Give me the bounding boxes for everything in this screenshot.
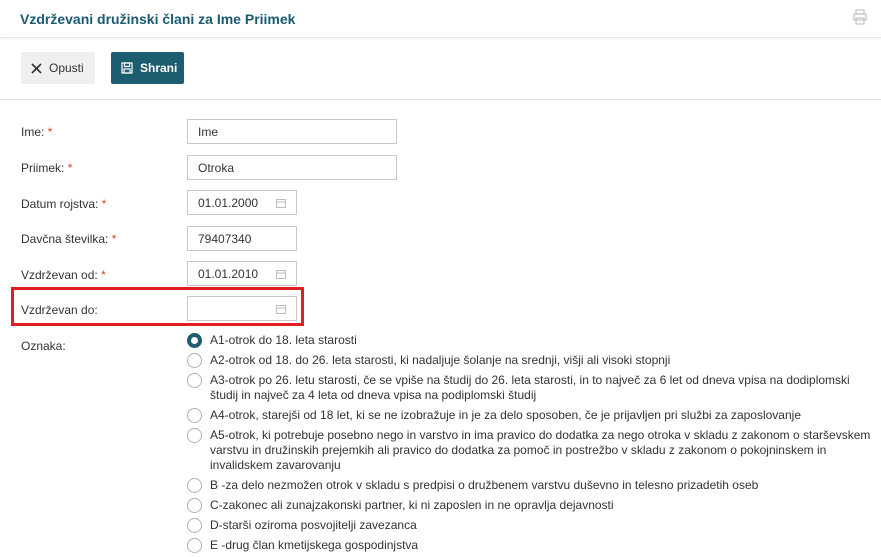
save-button[interactable]: Shrani xyxy=(111,52,184,84)
oznaka-option-label: E -drug član kmetijskega gospodinjstva xyxy=(210,538,419,552)
oznaka-option-label: D-starši oziroma posvojitelji zavezanca xyxy=(210,518,417,532)
priimek-input[interactable]: Otroka xyxy=(187,155,397,180)
calendar-icon[interactable] xyxy=(276,269,286,279)
radio-button[interactable] xyxy=(187,428,202,443)
save-icon xyxy=(121,62,133,74)
oznaka-option-label: C-zakonec ali zunajzakonski partner, ki … xyxy=(210,498,614,512)
oznaka-option-label: A4-otrok, starejši od 18 let, ki se ne i… xyxy=(210,408,801,422)
oznaka-option[interactable]: E -drug član kmetijskega gospodinjstva xyxy=(187,538,877,553)
calendar-icon[interactable] xyxy=(276,304,286,314)
oznaka-option[interactable]: C-zakonec ali zunajzakonski partner, ki … xyxy=(187,498,877,513)
oznaka-option-label: A5-otrok, ki potrebuje posebno nego in v… xyxy=(210,428,871,472)
oznaka-option[interactable]: A2-otrok od 18. do 26. leta starosti, ki… xyxy=(187,353,877,368)
oznaka-option[interactable]: A1-otrok do 18. leta starosti xyxy=(187,333,877,348)
davcna-label: Davčna številka: * xyxy=(21,232,117,246)
oznaka-option[interactable]: A3-otrok po 26. letu starosti, če se vpi… xyxy=(187,373,877,403)
oznaka-label: Oznaka: xyxy=(21,339,66,353)
ime-label: Ime: * xyxy=(21,125,53,139)
radio-button[interactable] xyxy=(187,498,202,513)
close-icon xyxy=(31,62,42,74)
radio-button[interactable] xyxy=(187,538,202,553)
cancel-label: Opusti xyxy=(49,61,84,75)
save-label: Shrani xyxy=(140,61,178,75)
vzdrzevan-od-input[interactable]: 01.01.2010 xyxy=(187,261,297,286)
oznaka-option-label: A2-otrok od 18. do 26. leta starosti, ki… xyxy=(210,353,671,367)
oznaka-option[interactable]: B -za delo nezmožen otrok v skladu s pre… xyxy=(187,478,877,493)
datum-rojstva-input[interactable]: 01.01.2000 xyxy=(187,190,297,215)
datum-rojstva-label: Datum rojstva: * xyxy=(21,197,107,211)
calendar-icon[interactable] xyxy=(276,198,286,208)
radio-button[interactable] xyxy=(187,478,202,493)
oznaka-option[interactable]: A4-otrok, starejši od 18 let, ki se ne i… xyxy=(187,408,877,423)
ime-input[interactable]: Ime xyxy=(187,119,397,144)
radio-button[interactable] xyxy=(187,373,202,388)
radio-button[interactable] xyxy=(187,353,202,368)
radio-button[interactable] xyxy=(187,518,202,533)
vzdrzevan-od-label: Vzdrževan od: * xyxy=(21,268,106,282)
oznaka-option[interactable]: A5-otrok, ki potrebuje posebno nego in v… xyxy=(187,428,877,473)
oznaka-option-label: A1-otrok do 18. leta starosti xyxy=(210,333,357,347)
page-title: Vzdrževani družinski člani za Ime Priime… xyxy=(20,11,296,27)
oznaka-option-label: A3-otrok po 26. letu starosti, če se vpi… xyxy=(210,373,850,402)
page-header: Vzdrževani družinski člani za Ime Priime… xyxy=(0,0,881,38)
print-icon[interactable] xyxy=(853,9,867,25)
cancel-button[interactable]: Opusti xyxy=(21,52,95,84)
vzdrzevan-do-input[interactable] xyxy=(187,296,297,321)
oznaka-radio-group: A1-otrok do 18. leta starosti A2-otrok od… xyxy=(187,333,877,557)
oznaka-option-label: B -za delo nezmožen otrok v skladu s pre… xyxy=(210,478,759,492)
toolbar: Opusti Shrani xyxy=(0,38,881,100)
radio-button[interactable] xyxy=(187,408,202,423)
oznaka-option[interactable]: D-starši oziroma posvojitelji zavezanca xyxy=(187,518,877,533)
davcna-input[interactable]: 79407340 xyxy=(187,226,297,251)
vzdrzevan-do-label: Vzdrževan do: xyxy=(21,303,98,317)
radio-button[interactable] xyxy=(187,333,202,348)
priimek-label: Priimek: * xyxy=(21,161,73,175)
